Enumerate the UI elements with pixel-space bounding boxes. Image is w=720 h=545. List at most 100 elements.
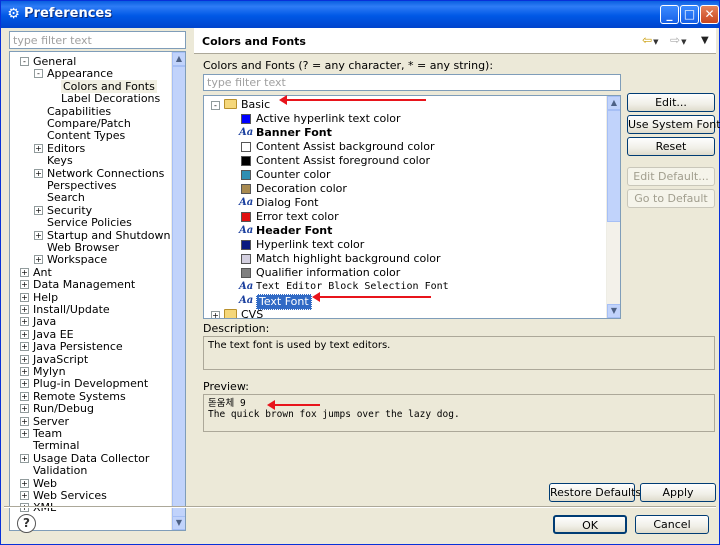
go-to-default-button[interactable]: Go to Default [627, 189, 715, 208]
colors-fonts-tree[interactable]: ▲ ▼ - Basic Active hyperlink text color Aa B… [203, 95, 621, 319]
expand-icon[interactable]: + [20, 342, 29, 352]
edit-default-button[interactable]: Edit Default... [627, 167, 715, 186]
tree-item[interactable]: Content Types [47, 129, 125, 142]
color-row[interactable]: Decoration color [204, 182, 604, 196]
tree-item[interactable]: Security [47, 204, 92, 217]
tree-item[interactable]: Appearance [47, 67, 113, 80]
collapse-icon[interactable]: - [34, 69, 43, 79]
colors-fonts-tree-scrollbar[interactable]: ▲ ▼ [606, 96, 620, 318]
preference-tree[interactable]: ▲ ▼ - General - Appearance Colors and Fonts L… [9, 51, 186, 531]
font-row[interactable]: Aa Banner Font [204, 126, 604, 140]
tree-item[interactable]: Web Services [33, 489, 107, 502]
tree-item[interactable]: Usage Data Collector [33, 452, 149, 465]
color-row[interactable]: Active hyperlink text color [204, 112, 604, 126]
tree-item[interactable]: Editors [47, 142, 85, 155]
reset-button[interactable]: Reset [627, 137, 715, 156]
scroll-down-arrow-icon[interactable]: ▼ [172, 516, 185, 530]
expand-icon[interactable]: + [34, 205, 43, 215]
apply-button[interactable]: Apply [640, 483, 716, 502]
tree-item[interactable]: Validation [33, 464, 87, 477]
view-menu-icon[interactable]: ▼ [701, 35, 709, 46]
tree-item[interactable]: Label Decorations [61, 92, 160, 105]
left-filter-input[interactable]: type filter text [9, 31, 186, 49]
expand-icon[interactable]: + [34, 255, 43, 265]
tree-item[interactable]: Web [33, 477, 57, 490]
expand-icon[interactable]: + [20, 453, 29, 463]
color-row[interactable]: Error text color [204, 210, 604, 224]
restore-defaults-button[interactable]: Restore Defaults [549, 483, 641, 502]
collapse-icon[interactable]: - [211, 101, 220, 110]
expand-icon[interactable]: + [20, 404, 29, 414]
expand-icon[interactable]: + [20, 478, 29, 488]
collapse-icon[interactable]: - [20, 57, 29, 66]
expand-icon[interactable]: + [20, 267, 29, 277]
color-row[interactable]: Content Assist background color [204, 140, 604, 154]
category-row[interactable]: + CVS [204, 308, 604, 318]
cancel-button[interactable]: Cancel [635, 515, 709, 534]
back-arrow-icon[interactable]: ⇦▼ [642, 33, 658, 47]
tree-item[interactable]: Java [33, 315, 56, 328]
tree-item[interactable]: Server [33, 415, 69, 428]
tree-item[interactable]: Java Persistence [33, 340, 123, 353]
font-row[interactable]: Aa Header Font [204, 224, 604, 238]
close-button[interactable]: ✕ [700, 5, 719, 24]
font-row[interactable]: Aa Text Editor Block Selection Font [204, 280, 604, 294]
tree-item[interactable]: Help [33, 291, 58, 304]
tree-item[interactable]: Keys [47, 154, 73, 167]
edit-button[interactable]: Edit... [627, 93, 715, 112]
expand-icon[interactable]: + [34, 168, 43, 178]
tree-item[interactable]: Java EE [33, 328, 74, 341]
pane-sash[interactable] [190, 30, 193, 530]
ok-button[interactable]: OK [553, 515, 627, 534]
tree-item[interactable]: Data Management [33, 278, 135, 291]
expand-icon[interactable]: + [20, 379, 29, 389]
expand-icon[interactable]: + [20, 292, 29, 302]
expand-icon[interactable]: + [20, 367, 29, 376]
tree-item[interactable]: Web Browser [47, 241, 119, 254]
expand-icon[interactable]: + [20, 429, 29, 438]
forward-arrow-icon[interactable]: ⇨▼ [670, 33, 686, 47]
tree-item[interactable]: Capabilities [47, 105, 111, 118]
maximize-button[interactable]: □ [680, 5, 699, 24]
scroll-up-arrow-icon[interactable]: ▲ [172, 52, 185, 66]
tree-item[interactable]: Search [47, 191, 85, 204]
tree-item[interactable]: Install/Update [33, 303, 110, 316]
tree-item[interactable]: Terminal [33, 439, 80, 452]
tree-item[interactable]: Compare/Patch [47, 117, 131, 130]
expand-icon[interactable]: + [20, 391, 29, 401]
use-system-font-button[interactable]: Use System Font [627, 115, 720, 134]
font-row[interactable]: Aa Dialog Font [204, 196, 604, 210]
tree-item[interactable]: JavaScript [33, 353, 88, 366]
tree-item[interactable]: Colors and Fonts [61, 79, 157, 93]
expand-icon[interactable]: + [20, 305, 29, 314]
tree-item[interactable]: Mylyn [33, 365, 66, 378]
tree-item[interactable]: Ant [33, 266, 52, 279]
color-row[interactable]: Content Assist foreground color [204, 154, 604, 168]
title-bar[interactable]: ⚙ Preferences _ □ ✕ [1, 1, 719, 28]
scroll-up-arrow-icon[interactable]: ▲ [607, 96, 620, 110]
expand-icon[interactable]: + [20, 317, 29, 327]
scroll-down-arrow-icon[interactable]: ▼ [607, 304, 620, 318]
color-row[interactable]: Match highlight background color [204, 252, 604, 266]
tree-item[interactable]: Network Connections [47, 167, 164, 180]
color-row[interactable]: Qualifier information color [204, 266, 604, 280]
scroll-thumb[interactable] [607, 110, 620, 222]
tree-item[interactable]: General [33, 55, 76, 68]
tree-item[interactable]: Team [33, 427, 62, 440]
color-row[interactable]: Hyperlink text color [204, 238, 604, 252]
tree-item[interactable]: Run/Debug [33, 402, 94, 415]
tree-item[interactable]: Workspace [47, 253, 107, 266]
tree-item[interactable]: Remote Systems [33, 390, 126, 403]
expand-icon[interactable]: + [211, 311, 220, 318]
tree-item[interactable]: Perspectives [47, 179, 116, 192]
expand-icon[interactable]: + [34, 143, 43, 153]
expand-icon[interactable]: + [20, 354, 29, 364]
tree-item[interactable]: Service Policies [47, 216, 132, 229]
expand-icon[interactable]: + [20, 416, 29, 426]
expand-icon[interactable]: + [20, 491, 29, 500]
preference-tree-scrollbar[interactable]: ▲ ▼ [171, 52, 185, 530]
expand-icon[interactable]: + [34, 230, 43, 240]
expand-icon[interactable]: + [20, 329, 29, 339]
colors-fonts-filter-input[interactable]: type filter text [203, 74, 621, 91]
help-icon[interactable]: ? [17, 514, 36, 533]
